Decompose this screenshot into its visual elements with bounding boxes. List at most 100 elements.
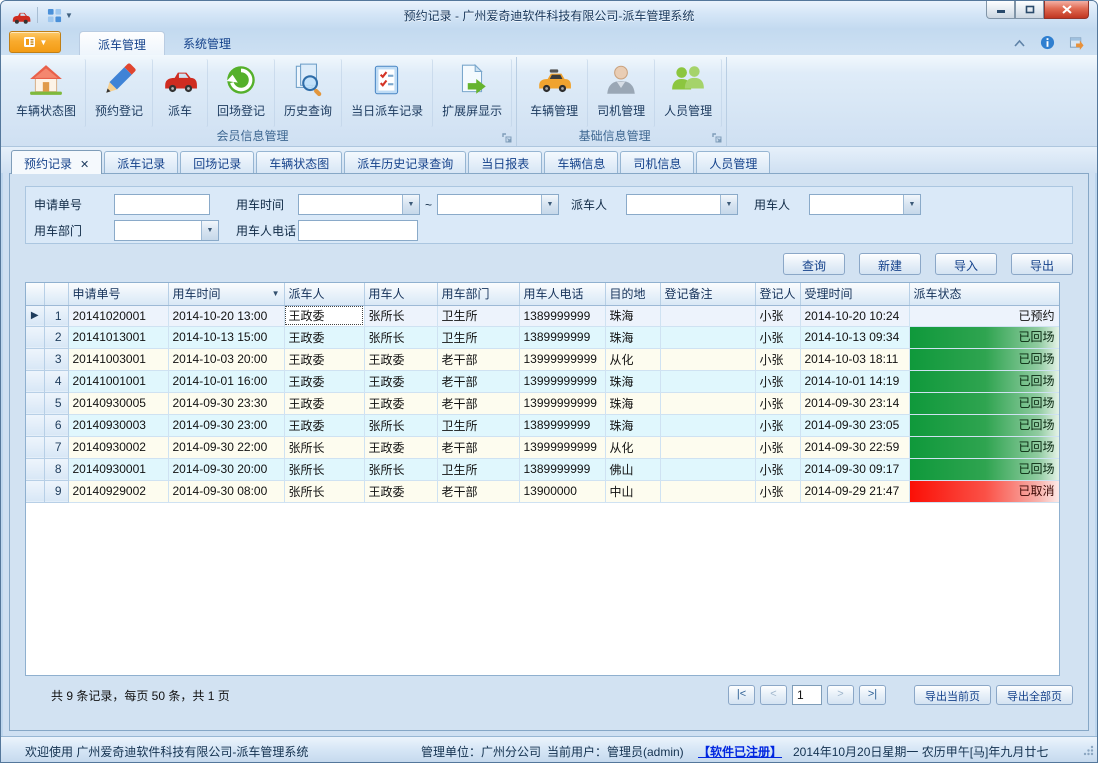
- cell-dispatcher[interactable]: 王政委: [284, 414, 364, 436]
- next-page-button[interactable]: >: [827, 685, 854, 705]
- grid-header-status[interactable]: 派车状态: [909, 283, 1060, 305]
- cell-phone[interactable]: 13900000: [519, 480, 605, 502]
- page-number-input[interactable]: [792, 685, 822, 705]
- cell-registrar[interactable]: 小张: [755, 436, 800, 458]
- cell-destination[interactable]: 珠海: [605, 370, 660, 392]
- query-button[interactable]: 查询: [783, 253, 845, 275]
- cell-dispatcher[interactable]: 张所长: [284, 480, 364, 502]
- table-row[interactable]: ▶1201410200012014-10-20 13:00王政委张所长卫生所13…: [26, 305, 1060, 326]
- cell-destination[interactable]: 从化: [605, 436, 660, 458]
- cell-status[interactable]: 已回场: [909, 392, 1060, 414]
- cell-accept_time[interactable]: 2014-09-29 21:47: [800, 480, 909, 502]
- grid-header-phone[interactable]: 用车人电话: [519, 283, 605, 305]
- ribbon-button-return-register[interactable]: 回场登记: [208, 59, 275, 127]
- export-current-page-button[interactable]: 导出当前页: [914, 685, 991, 705]
- cell-registrar[interactable]: 小张: [755, 392, 800, 414]
- dialog-launcher-icon[interactable]: [502, 133, 513, 144]
- cell-remark[interactable]: [660, 305, 755, 326]
- cell-department[interactable]: 卫生所: [437, 414, 519, 436]
- cell-user[interactable]: 王政委: [364, 392, 437, 414]
- cell-remark[interactable]: [660, 480, 755, 502]
- cell-status[interactable]: 已回场: [909, 326, 1060, 348]
- cell-order_no[interactable]: 20140929002: [68, 480, 168, 502]
- cell-phone[interactable]: 1389999999: [519, 414, 605, 436]
- doc-tab-daily-report[interactable]: 当日报表: [468, 151, 542, 173]
- grid-header-user[interactable]: 用车人: [364, 283, 437, 305]
- minimize-button[interactable]: [986, 1, 1015, 19]
- cell-department[interactable]: 老干部: [437, 480, 519, 502]
- cell-phone[interactable]: 13999999999: [519, 348, 605, 370]
- ribbon-button-today-dispatch-records[interactable]: 当日派车记录: [342, 59, 433, 127]
- application-menu-button[interactable]: ▼: [9, 31, 61, 53]
- cell-department[interactable]: 卫生所: [437, 305, 519, 326]
- table-row[interactable]: 2201410130012014-10-13 15:00王政委张所长卫生所138…: [26, 326, 1060, 348]
- ribbon-button-history-query[interactable]: 历史查询: [275, 59, 342, 127]
- cell-user[interactable]: 王政委: [364, 436, 437, 458]
- about-button[interactable]: [1069, 35, 1085, 53]
- cell-accept_time[interactable]: 2014-10-01 14:19: [800, 370, 909, 392]
- doc-tab-driver-info[interactable]: 司机信息: [620, 151, 694, 173]
- cell-accept_time[interactable]: 2014-10-20 10:24: [800, 305, 909, 326]
- cell-destination[interactable]: 珠海: [605, 326, 660, 348]
- prev-page-button[interactable]: <: [760, 685, 787, 705]
- grid-header-order_no[interactable]: 申请单号: [68, 283, 168, 305]
- export-button[interactable]: 导出: [1011, 253, 1073, 275]
- grid-header-registrar[interactable]: 登记人: [755, 283, 800, 305]
- cell-dispatcher[interactable]: 王政委: [284, 370, 364, 392]
- cell-status[interactable]: 已回场: [909, 348, 1060, 370]
- cell-status[interactable]: 已回场: [909, 436, 1060, 458]
- cell-remark[interactable]: [660, 436, 755, 458]
- ribbon-button-personnel-manage[interactable]: 人员管理: [655, 59, 722, 127]
- cell-status[interactable]: 已回场: [909, 370, 1060, 392]
- export-all-pages-button[interactable]: 导出全部页: [996, 685, 1073, 705]
- use-time-from-picker[interactable]: ▼: [298, 194, 420, 215]
- cell-destination[interactable]: 珠海: [605, 414, 660, 436]
- cell-user[interactable]: 王政委: [364, 348, 437, 370]
- cell-accept_time[interactable]: 2014-09-30 22:59: [800, 436, 909, 458]
- cell-order_no[interactable]: 20141001001: [68, 370, 168, 392]
- cell-order_no[interactable]: 20140930002: [68, 436, 168, 458]
- cell-phone[interactable]: 13999999999: [519, 392, 605, 414]
- cell-registrar[interactable]: 小张: [755, 348, 800, 370]
- cell-use_time[interactable]: 2014-09-30 20:00: [168, 458, 284, 480]
- cell-use_time[interactable]: 2014-09-30 08:00: [168, 480, 284, 502]
- ribbon-button-vehicle-manage[interactable]: 车辆管理: [521, 59, 588, 127]
- last-page-button[interactable]: >|: [859, 685, 886, 705]
- cell-user[interactable]: 王政委: [364, 480, 437, 502]
- ribbon-tab-system-manage[interactable]: 系统管理: [165, 31, 249, 55]
- cell-registrar[interactable]: 小张: [755, 305, 800, 326]
- cell-accept_time[interactable]: 2014-10-03 18:11: [800, 348, 909, 370]
- grid-header-department[interactable]: 用车部门: [437, 283, 519, 305]
- cell-use_time[interactable]: 2014-09-30 23:00: [168, 414, 284, 436]
- ribbon-button-vehicle-status-map[interactable]: 车辆状态图: [7, 59, 86, 127]
- cell-user[interactable]: 王政委: [364, 370, 437, 392]
- cell-dispatcher[interactable]: 张所长: [284, 458, 364, 480]
- cell-user[interactable]: 张所长: [364, 414, 437, 436]
- cell-dispatcher[interactable]: 王政委: [284, 326, 364, 348]
- chevron-down-icon[interactable]: ▼: [903, 195, 920, 214]
- cell-accept_time[interactable]: 2014-09-30 23:05: [800, 414, 909, 436]
- cell-status[interactable]: 已取消: [909, 480, 1060, 502]
- cell-remark[interactable]: [660, 392, 755, 414]
- table-row[interactable]: 7201409300022014-09-30 22:00张所长王政委老干部139…: [26, 436, 1060, 458]
- grid-header-dispatcher[interactable]: 派车人: [284, 283, 364, 305]
- cell-department[interactable]: 老干部: [437, 392, 519, 414]
- doc-tab-return-records[interactable]: 回场记录: [180, 151, 254, 173]
- cell-registrar[interactable]: 小张: [755, 414, 800, 436]
- ribbon-button-reservation-register[interactable]: 预约登记: [86, 59, 153, 127]
- cell-department[interactable]: 卫生所: [437, 326, 519, 348]
- table-row[interactable]: 5201409300052014-09-30 23:30王政委王政委老干部139…: [26, 392, 1060, 414]
- order-no-input[interactable]: [114, 194, 210, 215]
- cell-department[interactable]: 卫生所: [437, 458, 519, 480]
- cell-accept_time[interactable]: 2014-09-30 09:17: [800, 458, 909, 480]
- chevron-down-icon[interactable]: ▼: [402, 195, 419, 214]
- table-row[interactable]: 4201410010012014-10-01 16:00王政委王政委老干部139…: [26, 370, 1060, 392]
- cell-accept_time[interactable]: 2014-09-30 23:14: [800, 392, 909, 414]
- department-select[interactable]: ▼: [114, 220, 219, 241]
- ribbon-tab-dispatch-manage[interactable]: 派车管理: [79, 31, 165, 55]
- user-select[interactable]: ▼: [809, 194, 921, 215]
- doc-tab-reservation-records[interactable]: 预约记录✕: [11, 150, 102, 174]
- first-page-button[interactable]: |<: [728, 685, 755, 705]
- cell-accept_time[interactable]: 2014-10-13 09:34: [800, 326, 909, 348]
- phone-input[interactable]: [298, 220, 418, 241]
